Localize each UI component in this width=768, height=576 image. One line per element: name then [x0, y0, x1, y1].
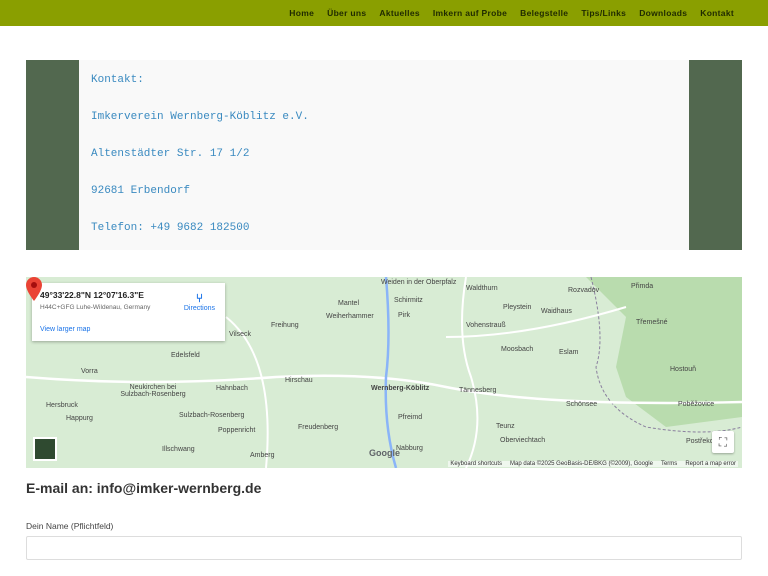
map-place: Schirmitz: [394, 297, 423, 304]
embedded-map[interactable]: Weiden in der Oberpfalz Waldthurn Rozvad…: [26, 277, 742, 468]
contact-box: Kontakt: Imkerverein Wernberg-Köblitz e.…: [26, 60, 742, 250]
map-place: Hostouň: [670, 366, 697, 373]
map-place: Pleystein: [503, 304, 532, 311]
contact-city: 92681 Erbendorf: [91, 185, 191, 197]
keyboard-shortcuts-link[interactable]: Keyboard shortcuts: [450, 461, 502, 467]
map-place: Rozvadov: [568, 287, 600, 294]
name-input[interactable]: [26, 536, 742, 560]
email-heading: E-mail an: info@imker-wernberg.de: [26, 480, 262, 496]
map-place: Oberviechtach: [500, 437, 546, 444]
map-place: Moosbach: [501, 346, 534, 353]
map-place: Pfreimd: [398, 414, 423, 421]
map-place: Třemešné: [636, 319, 668, 326]
map-place: Vohenstrauß: [466, 322, 506, 329]
google-logo: Google: [369, 448, 400, 458]
nav-belegstelle[interactable]: Belegstelle: [520, 8, 568, 18]
name-label: Dein Name (Pflichtfeld): [26, 521, 114, 531]
nav-downloads[interactable]: Downloads: [639, 8, 687, 18]
contact-street: Altenstädter Str. 17 1/2: [91, 148, 250, 160]
map-place: Edelsfeld: [171, 352, 200, 359]
map-place: Teunz: [496, 423, 515, 430]
map-place: Vilseck: [229, 331, 252, 338]
map-attribution: Keyboard shortcuts Map data ©2025 GeoBas…: [448, 461, 738, 467]
map-place: Illschwang: [162, 446, 195, 453]
main-nav: Home Über uns Aktuelles Imkern auf Probe…: [0, 0, 768, 26]
map-place: Waldthurn: [466, 285, 498, 292]
map-info-card: 49°33'22.8"N 12°07'16.3"E H44C+GFG Luhe-…: [32, 283, 225, 341]
view-larger-map-link[interactable]: View larger map: [40, 326, 90, 333]
map-place: Nabburg: [396, 445, 423, 452]
map-place: Amberg: [250, 452, 275, 459]
map-place: Eslam: [559, 349, 579, 356]
satellite-toggle-button[interactable]: [33, 437, 57, 461]
map-place: Waidhaus: [541, 308, 572, 315]
nav-ueber-uns[interactable]: Über uns: [327, 8, 366, 18]
contact-org: Imkerverein Wernberg-Köblitz e.V.: [91, 111, 309, 123]
map-place: Hirschau: [285, 377, 313, 384]
map-place: Hahnbach: [216, 385, 248, 392]
map-place: Weiherhammer: [326, 313, 374, 320]
map-data-text: Map data ©2025 GeoBasis-DE/BKG (©2009), …: [510, 461, 653, 467]
map-place: Hersbruck: [46, 402, 78, 409]
nav-tips-links[interactable]: Tips/Links: [581, 8, 626, 18]
nav-home[interactable]: Home: [289, 8, 314, 18]
map-place: Weiden in der Oberpfalz: [381, 279, 457, 286]
contact-heading: Kontakt:: [91, 74, 144, 86]
map-place: Freudenberg: [298, 424, 339, 431]
map-pin-icon[interactable]: [26, 277, 42, 301]
directions-button[interactable]: ⑂ Directions: [184, 291, 215, 312]
map-place: Happurg: [66, 415, 93, 422]
map-place: Tännesberg: [459, 387, 497, 394]
map-place: Poběžovice: [678, 401, 715, 408]
map-place: Sulzbach-Rosenberg: [179, 412, 245, 419]
nav-aktuelles[interactable]: Aktuelles: [379, 8, 420, 18]
contact-phone: Telefon: +49 9682 182500: [91, 222, 250, 234]
map-place: Přimda: [631, 283, 654, 290]
directions-icon: ⑂: [195, 291, 204, 305]
fullscreen-icon[interactable]: ⛶: [712, 431, 734, 453]
map-place: Freihung: [271, 322, 299, 329]
nav-imkern-auf-probe[interactable]: Imkern auf Probe: [433, 8, 507, 18]
report-error-link[interactable]: Report a map error: [685, 461, 736, 467]
terms-link[interactable]: Terms: [661, 461, 677, 467]
map-place: Poppenricht: [218, 427, 256, 434]
map-place: Pirk: [398, 312, 411, 319]
nav-kontakt[interactable]: Kontakt: [700, 8, 734, 18]
map-place: Schönsee: [566, 401, 598, 408]
map-place: Mantel: [338, 300, 360, 307]
map-place: Wernberg-Köblitz: [371, 385, 430, 392]
directions-label: Directions: [183, 305, 215, 312]
map-place: Neukirchen bei Sulzbach-Rosenberg: [120, 384, 186, 398]
map-place: Vorra: [81, 368, 98, 375]
